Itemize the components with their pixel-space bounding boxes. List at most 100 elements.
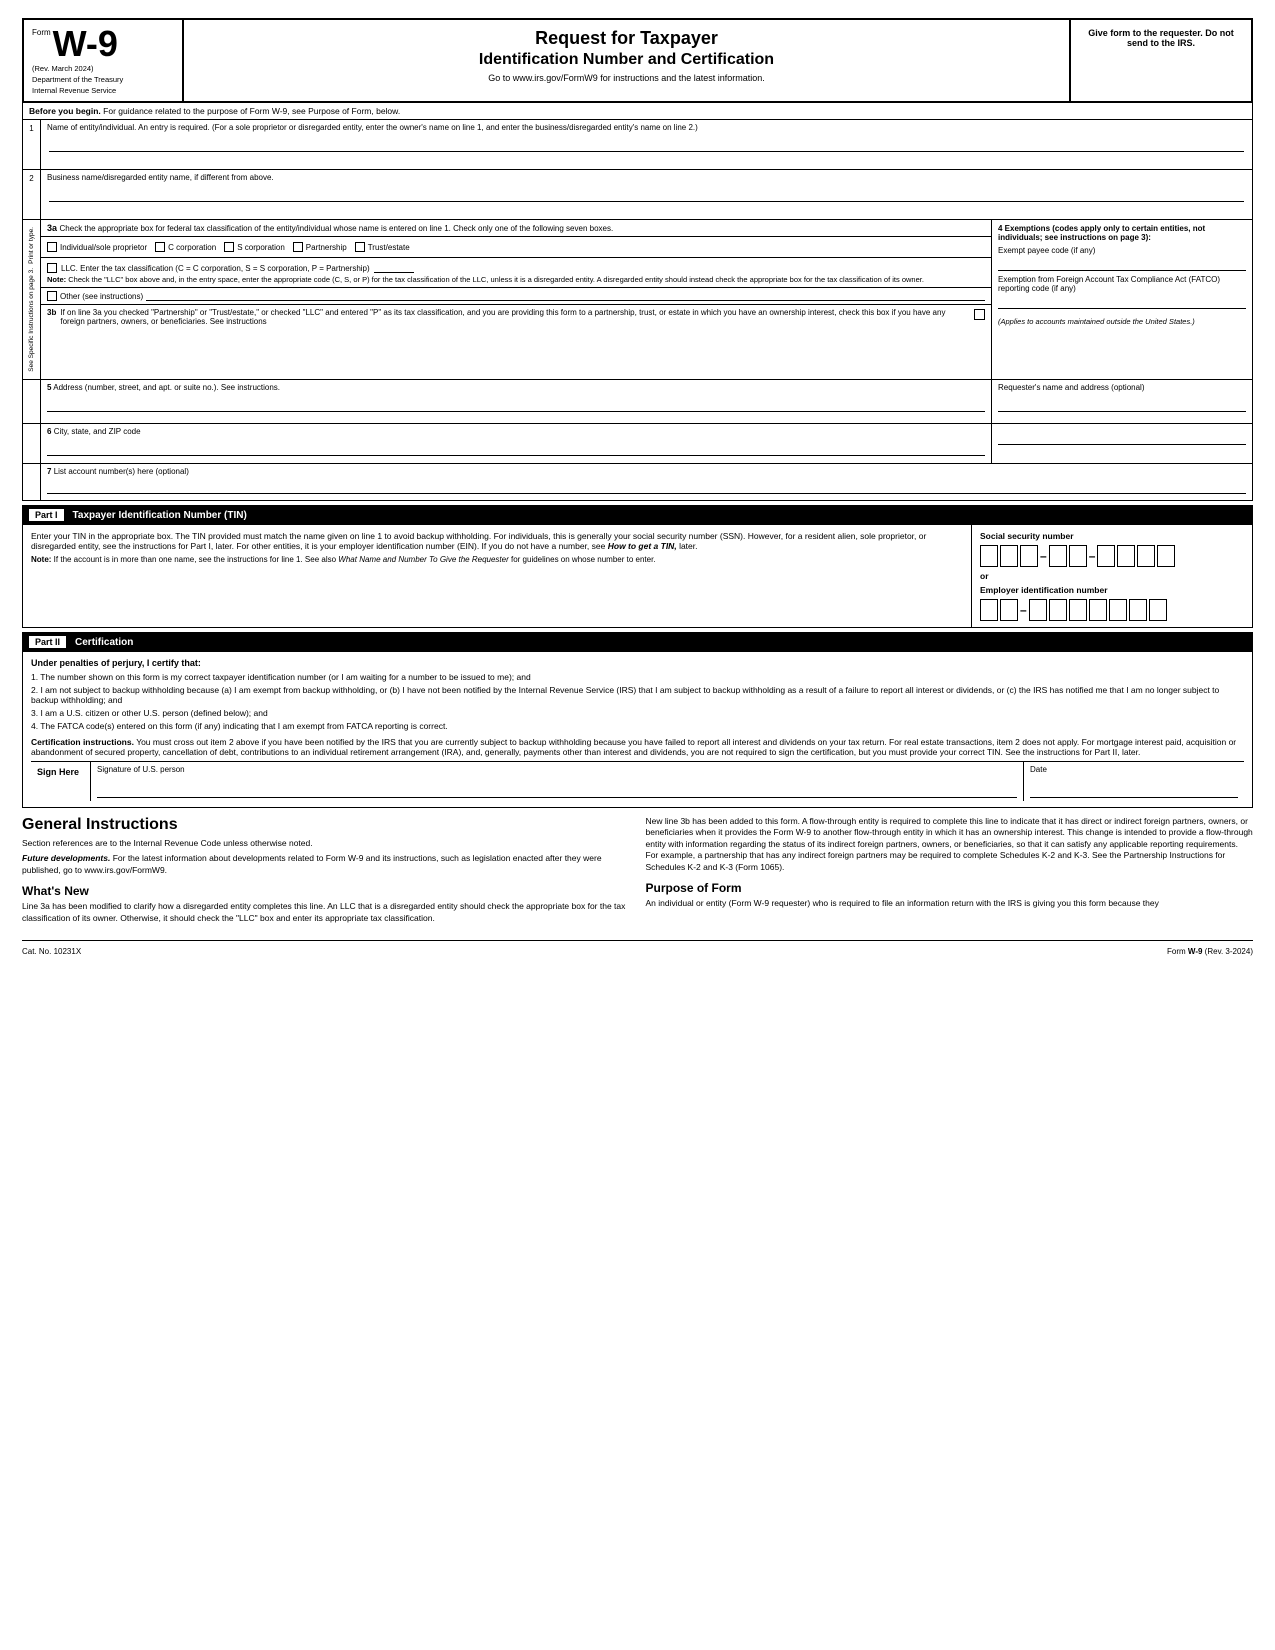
- field1-row: 1 Name of entity/individual. An entry is…: [23, 120, 1252, 170]
- ssn-box2[interactable]: [1000, 545, 1018, 567]
- field6-label: 6 City, state, and ZIP code: [47, 427, 985, 436]
- field7-input[interactable]: [47, 478, 1246, 494]
- cb-individual-box[interactable]: [47, 242, 57, 252]
- field1-num: 1: [23, 120, 41, 169]
- ssn-box7[interactable]: [1117, 545, 1135, 567]
- or-text: or: [980, 571, 1244, 581]
- rev-date: (Rev. March 2024): [32, 64, 174, 73]
- req-addr-col: [992, 424, 1252, 463]
- field6-row: 6 City, state, and ZIP code: [23, 424, 1252, 464]
- cb-partnership-box[interactable]: [293, 242, 303, 252]
- field7-row: 7 List account number(s) here (optional): [23, 464, 1252, 500]
- before-begin-text: For guidance related to the purpose of F…: [103, 106, 400, 116]
- ssn-box5[interactable]: [1069, 545, 1087, 567]
- llc-note: Note: Check the "LLC" box above and, in …: [47, 275, 985, 284]
- cb-llc-box[interactable]: [47, 263, 57, 273]
- gen-heading: General Instructions: [22, 816, 630, 834]
- tin-note: Note: If the account is in more than one…: [31, 555, 963, 564]
- field7-content: 7 List account number(s) here (optional): [41, 464, 1252, 500]
- form-title2: Identification Number and Certification: [194, 50, 1059, 69]
- header-left: Form W-9 (Rev. March 2024) Department of…: [24, 20, 184, 101]
- llc-code-input[interactable]: [374, 263, 414, 273]
- req-name-col: Requester's name and address (optional): [992, 380, 1252, 423]
- ein-box8[interactable]: [1129, 599, 1147, 621]
- cb-c-corp-box[interactable]: [155, 242, 165, 252]
- ssn-box1[interactable]: [980, 545, 998, 567]
- cb-trust: Trust/estate: [355, 242, 410, 252]
- general-section: General Instructions Section references …: [22, 808, 1253, 936]
- cert-inst-label: Certification instructions.: [31, 737, 134, 747]
- cat-no: Cat. No. 10231X: [22, 947, 81, 956]
- date-label: Date: [1030, 765, 1238, 774]
- field1-input[interactable]: [49, 134, 1244, 152]
- ssn-box4[interactable]: [1049, 545, 1067, 567]
- cert-title: Under penalties of perjury, I certify th…: [31, 658, 1244, 668]
- form-title1: Request for Taxpayer: [194, 28, 1059, 50]
- req-name-input[interactable]: [998, 394, 1246, 412]
- cert-inst-text: You must cross out item 2 above if you h…: [31, 737, 1236, 757]
- exempt-fatca-input[interactable]: [998, 295, 1246, 309]
- field6-content: 6 City, state, and ZIP code: [41, 424, 992, 463]
- llc-row-container: LLC. Enter the tax classification (C = C…: [41, 258, 991, 288]
- tin-section: Enter your TIN in the appropriate box. T…: [22, 525, 1253, 628]
- cb-3b-box[interactable]: [974, 309, 985, 320]
- cb-s-corp: S corporation: [224, 242, 285, 252]
- exempt-fatca-label: Exemption from Foreign Account Tax Compl…: [998, 275, 1246, 309]
- gen-two-col: General Instructions Section references …: [22, 816, 1253, 928]
- signature-input[interactable]: [97, 776, 1017, 798]
- req-addr-input[interactable]: [998, 427, 1246, 445]
- cb-c-corp: C corporation: [155, 242, 216, 252]
- cb-c-corp-label: C corporation: [168, 243, 216, 252]
- cb-s-corp-box[interactable]: [224, 242, 234, 252]
- ein-box9[interactable]: [1149, 599, 1167, 621]
- field7-label: 7 List account number(s) here (optional): [47, 467, 1246, 476]
- other-row: Other (see instructions): [41, 288, 991, 305]
- side-label-see: See Specific Instructions on page 3.: [28, 268, 35, 372]
- ein-box7[interactable]: [1109, 599, 1127, 621]
- form-word: Form: [32, 28, 51, 37]
- field3a-desc: Check the appropriate box for federal ta…: [60, 224, 614, 233]
- ssn-label: Social security number: [980, 531, 1244, 541]
- ssn-dash1: –: [1040, 549, 1047, 563]
- ssn-box8[interactable]: [1137, 545, 1155, 567]
- field5-input[interactable]: [47, 394, 985, 412]
- exempt-payee-input[interactable]: [998, 257, 1246, 271]
- ssn-box3[interactable]: [1020, 545, 1038, 567]
- ein-box4[interactable]: [1049, 599, 1067, 621]
- cert-item1: 1. The number shown on this form is my c…: [31, 672, 1244, 682]
- part2-label: Part II: [28, 635, 67, 649]
- tin-right: Social security number – – or Employer i…: [972, 525, 1252, 627]
- cb-trust-box[interactable]: [355, 242, 365, 252]
- ssn-box9[interactable]: [1157, 545, 1175, 567]
- cert-item3: 3. I am a U.S. citizen or other U.S. per…: [31, 708, 1244, 718]
- ein-box6[interactable]: [1089, 599, 1107, 621]
- ssn-box6[interactable]: [1097, 545, 1115, 567]
- before-begin-label: Before you begin.: [29, 106, 101, 116]
- ein-box3[interactable]: [1029, 599, 1047, 621]
- field6-input[interactable]: [47, 438, 985, 456]
- ein-box2[interactable]: [1000, 599, 1018, 621]
- form-body: 1 Name of entity/individual. An entry is…: [22, 120, 1253, 501]
- how-to-get: How to get a TIN,: [608, 541, 677, 551]
- applies-text: (Applies to accounts maintained outside …: [998, 317, 1246, 326]
- field5-label: 5 Address (number, street, and apt. or s…: [47, 383, 985, 392]
- tin-text: Enter your TIN in the appropriate box. T…: [31, 531, 963, 551]
- ein-box1[interactable]: [980, 599, 998, 621]
- footer: Cat. No. 10231X Form W-9 Form W-9 (Rev. …: [22, 940, 1253, 962]
- field3a-label: 3a: [47, 223, 57, 233]
- gen-right-col: New line 3b has been added to this form.…: [646, 816, 1254, 928]
- cb-other-box[interactable]: [47, 291, 57, 301]
- field2-input[interactable]: [49, 184, 1244, 202]
- ein-boxes: –: [980, 599, 1244, 621]
- part1-header: Part I Taxpayer Identification Number (T…: [22, 505, 1253, 525]
- cert-instructions: Certification instructions. You must cro…: [31, 737, 1244, 757]
- other-input[interactable]: [146, 291, 985, 301]
- field7-spacer: [23, 464, 41, 500]
- ein-box5[interactable]: [1069, 599, 1087, 621]
- date-input[interactable]: [1030, 776, 1238, 798]
- cb-individual: Individual/sole proprietor: [47, 242, 147, 252]
- field1-desc: Name of entity/individual. An entry is r…: [47, 123, 1246, 132]
- field3b-text: If on line 3a you checked "Partnership" …: [60, 308, 970, 326]
- part1-label: Part I: [28, 508, 65, 522]
- dept1: Department of the Treasury: [32, 75, 174, 84]
